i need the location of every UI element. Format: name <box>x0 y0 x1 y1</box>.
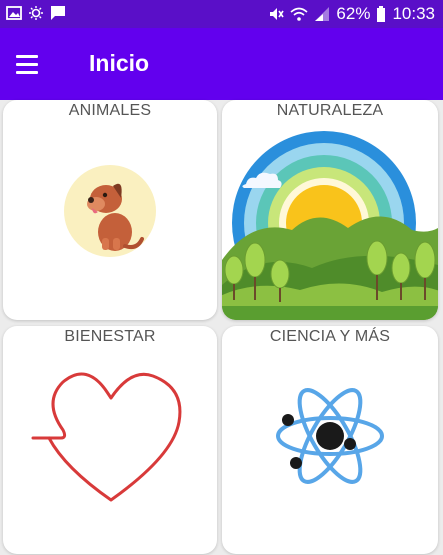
message-icon <box>51 6 65 20</box>
landscape-icon <box>222 131 438 320</box>
hamburger-icon <box>16 54 38 58</box>
category-label: NATURALEZA <box>276 102 384 119</box>
atom-icon <box>276 388 384 484</box>
dog-icon <box>64 165 156 257</box>
page-title: Inicio <box>89 50 150 76</box>
app-bar: Inicio <box>0 28 443 100</box>
brightness-icon <box>29 6 43 20</box>
wifi-icon <box>290 7 308 21</box>
gallery-icon <box>6 6 22 20</box>
category-card-naturaleza[interactable]: NATURALEZA <box>222 100 438 320</box>
status-bar: 62% 10:33 <box>0 0 443 28</box>
category-grid: ANIMALES NATURALEZA BIENESTAR CIENCIA Y … <box>0 100 443 555</box>
battery-percent: 62% <box>336 4 371 23</box>
signal-icon <box>315 7 330 21</box>
category-card-ciencia[interactable]: CIENCIA Y MÁS <box>222 326 438 554</box>
battery-icon <box>377 5 386 22</box>
notification-icons <box>6 5 66 21</box>
system-status: 62% 10:33 <box>268 4 435 24</box>
category-label: CIENCIA Y MÁS <box>269 328 391 345</box>
category-card-animales[interactable]: ANIMALES <box>3 100 217 320</box>
category-label: BIENESTAR <box>64 328 156 345</box>
heart-icon <box>31 372 182 502</box>
mute-icon <box>270 8 285 20</box>
category-label: ANIMALES <box>68 102 152 119</box>
menu-button[interactable] <box>16 48 50 80</box>
clock: 10:33 <box>392 4 435 23</box>
category-card-bienestar[interactable]: BIENESTAR <box>3 326 217 554</box>
